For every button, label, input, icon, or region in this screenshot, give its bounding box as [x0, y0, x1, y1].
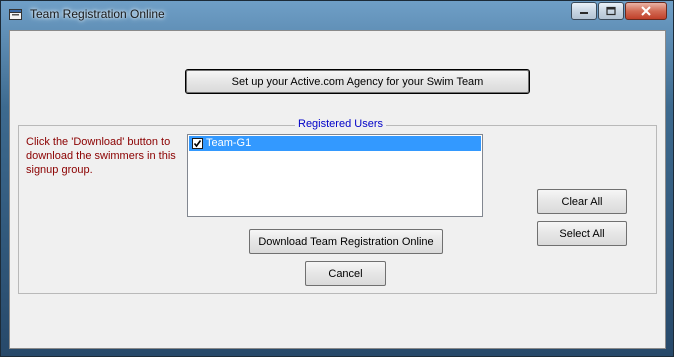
- close-icon: [641, 6, 651, 16]
- window-title: Team Registration Online: [30, 7, 165, 21]
- setup-agency-button[interactable]: Set up your Active.com Agency for your S…: [185, 69, 530, 94]
- close-button[interactable]: [625, 2, 667, 20]
- list-item-label: Team-G1: [206, 137, 252, 149]
- app-window: Team Registration Online Set up your Act…: [0, 0, 674, 357]
- list-item[interactable]: Team-G1: [189, 136, 481, 151]
- cancel-button[interactable]: Cancel: [305, 261, 386, 286]
- maximize-button[interactable]: [598, 2, 624, 20]
- minimize-button[interactable]: [571, 2, 597, 20]
- minimize-icon: [580, 12, 588, 14]
- maximize-icon: [606, 6, 616, 16]
- title-bar[interactable]: Team Registration Online: [1, 1, 673, 29]
- registered-users-list[interactable]: Team-G1: [187, 134, 483, 217]
- clear-all-button[interactable]: Clear All: [537, 189, 627, 214]
- checkmark-icon: [193, 140, 202, 148]
- download-button[interactable]: Download Team Registration Online: [249, 229, 443, 254]
- dialog-client-area: Set up your Active.com Agency for your S…: [9, 30, 666, 349]
- download-hint-text: Click the 'Download' button to download …: [26, 136, 176, 176]
- team-checkbox[interactable]: [192, 138, 203, 149]
- registered-users-label: Registered Users: [295, 118, 386, 130]
- select-all-button[interactable]: Select All: [537, 221, 627, 246]
- caption-buttons: [570, 2, 667, 20]
- app-icon[interactable]: [9, 8, 23, 20]
